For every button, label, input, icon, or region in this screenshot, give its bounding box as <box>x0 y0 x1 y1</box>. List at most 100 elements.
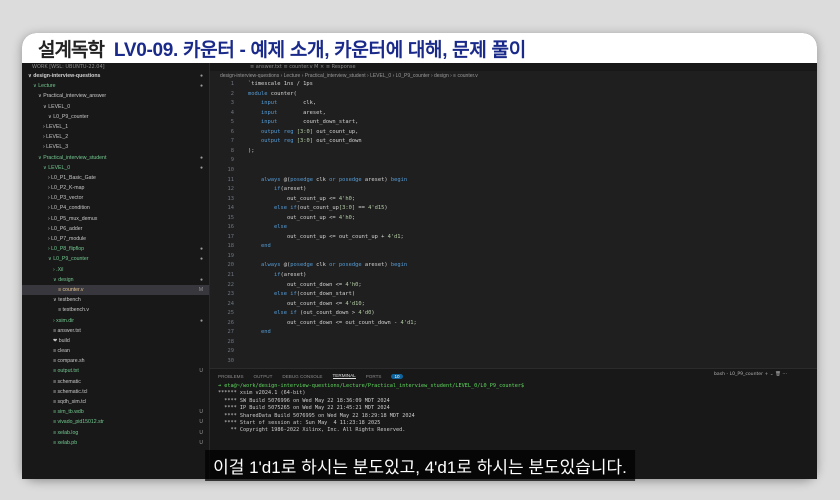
line-number: 18 <box>227 243 235 250</box>
line-number: 16 <box>227 224 235 231</box>
tree-item[interactable]: ∨ Practical_interview_answer <box>22 91 209 101</box>
tree-item[interactable]: › LEVEL_1 <box>22 122 209 132</box>
tree-item-label: › L0_P4_condition <box>48 205 90 212</box>
panel-tab-problems[interactable]: PROBLEMS <box>218 374 244 379</box>
git-status-badge: U <box>199 439 203 446</box>
tree-item[interactable]: › L0_P3_vector <box>22 193 209 203</box>
code-line[interactable]: always @(posedge clk or posedge areset) … <box>248 262 407 268</box>
line-number: 1 <box>230 81 234 87</box>
code-line[interactable]: output reg [3:0] out_count_up, <box>248 129 358 135</box>
code-line[interactable]: out_count_down <= 4'd10; <box>248 301 365 307</box>
tree-item-label: ∨ Lecture <box>33 83 56 90</box>
code-line[interactable]: out_count_down <= out_count_down - 4'd1; <box>248 320 417 326</box>
tree-item[interactable]: ∨ testbench <box>22 295 209 305</box>
git-status-badge: U <box>199 429 203 436</box>
breadcrumb[interactable]: design-interview-questions › Lecture › P… <box>210 71 817 81</box>
tree-item[interactable]: ∨ Practical_interview_student ● <box>22 153 209 163</box>
tree-item[interactable]: ≡ answer.txt <box>22 326 209 336</box>
tree-item[interactable]: ∨ LEVEL_0 ● <box>22 163 209 173</box>
tree-item[interactable]: ≡ output.txt U <box>22 366 209 376</box>
tree-item[interactable]: ≡ testbench.v <box>22 305 209 315</box>
tree-item-label: ≡ output.txt <box>53 368 79 375</box>
workspace-label: WORK [WSL: UBUNTU-22.04] <box>32 64 105 70</box>
tree-item[interactable]: ≡ vivado_pid15012.str U <box>22 417 209 427</box>
tree-item[interactable]: ∨ design-interview-questions ● <box>22 71 209 81</box>
tree-item[interactable]: ∨ L0_P9_counter ● <box>22 254 209 264</box>
panel-tab-output[interactable]: OUTPUT <box>254 374 273 379</box>
panel-tab-ports[interactable]: PORTS <box>366 374 382 379</box>
tree-item[interactable]: ∨ design ● <box>22 275 209 285</box>
tree-item-label: ≡ answer.txt <box>53 327 81 334</box>
tree-item[interactable]: › L0_P4_condition <box>22 203 209 213</box>
code-line[interactable]: if(areset) <box>248 186 306 192</box>
code-line[interactable]: else if(count_down_start) <box>248 291 355 297</box>
tree-item[interactable]: › L0_P5_mux_demux <box>22 214 209 224</box>
terminal-line: **** Start of session at: Sun May 4 11:2… <box>218 419 381 426</box>
tree-item[interactable]: ∨ L0_P9_counter <box>22 112 209 122</box>
tree-item[interactable]: ≡ compare.sh <box>22 356 209 366</box>
tree-item[interactable]: ≡ clean <box>22 346 209 356</box>
code-line[interactable]: if(areset) <box>248 272 306 278</box>
code-line[interactable]: else if(out_count_up[3:0] == 4'd15) <box>248 205 388 211</box>
panel-tab-terminal[interactable]: TERMINAL <box>332 373 356 379</box>
code-line[interactable]: out_count_up <= 4'h0; <box>248 196 355 202</box>
tree-item-label: ∨ Practical_interview_answer <box>38 93 107 100</box>
terminal-line: ** Copyright 1986-2022 Xilinx, Inc. All … <box>218 427 406 434</box>
panel-tab-debug-console[interactable]: DEBUG CONSOLE <box>282 374 322 379</box>
tree-item[interactable]: › L0_P6_adder <box>22 224 209 234</box>
tree-item-label: › L0_P3_vector <box>48 195 84 202</box>
line-number: 13 <box>227 195 235 202</box>
tree-item-label: ≡ testbench.v <box>58 307 89 314</box>
tree-item[interactable]: ≡ sim_tb.wdb U <box>22 407 209 417</box>
tree-item[interactable]: ≡ counter.v M <box>22 284 209 296</box>
code-line[interactable]: input clk, <box>248 100 316 106</box>
tree-item-label: ∨ design <box>53 276 74 283</box>
tree-item[interactable]: › LEVEL_2 <box>22 132 209 142</box>
code-line[interactable]: out_count_up <= 4'h0; <box>248 215 355 221</box>
tree-item[interactable]: ❤ build <box>22 336 209 346</box>
code-line[interactable]: out_count_up <= out_count_up + 4'd1; <box>248 234 404 240</box>
code-line[interactable]: else if (out_count_down > 4'd0) <box>248 310 375 316</box>
code-line[interactable]: input areset, <box>248 110 326 116</box>
line-number: 28 <box>227 338 235 345</box>
line-number: 5 <box>230 119 234 126</box>
editor-tabs[interactable]: ≡ answer.txt ≡ counter.v M × ≡ Response <box>210 63 817 71</box>
tree-item[interactable]: ≡ xelab.pb U <box>22 438 209 448</box>
code-line[interactable]: output reg [3:0] out_count_down <box>248 138 362 144</box>
git-status-badge: ● <box>199 317 203 324</box>
tree-item-label: ∨ Practical_interview_student <box>38 154 107 161</box>
code-line[interactable]: module counter( <box>248 91 297 97</box>
tree-item-label: ≡ schematic <box>53 378 81 385</box>
tree-item[interactable]: › LEVEL_3 <box>22 142 209 152</box>
tree-item[interactable]: › L0_P2_K-map <box>22 183 209 193</box>
code-line[interactable]: `timescale 1ns / 1ps <box>248 81 313 87</box>
terminal-line: **** SW Build 5076996 on Wed May 22 18:3… <box>218 397 390 404</box>
code-line[interactable]: out_count_down <= 4'h0; <box>248 282 362 288</box>
terminal-output[interactable]: ➜ eta@~/work/design-interview-questions/… <box>210 383 817 435</box>
terminal-controls[interactable]: bash - L0_P9_counter + ⌄ 🗑 ⋯ <box>714 372 787 377</box>
tree-item[interactable]: › L0_P8_flipflop ● <box>22 244 209 254</box>
tree-item[interactable]: › L0_P7_module <box>22 234 209 244</box>
tree-item-label: ∨ L0_P9_counter <box>48 113 89 120</box>
tree-item[interactable]: ≡ xelab.log U <box>22 428 209 438</box>
tree-item[interactable]: › L0_P1_Basic_Gate <box>22 173 209 183</box>
code-editor[interactable]: ≡ answer.txt ≡ counter.v M × ≡ Response … <box>210 63 817 374</box>
tree-item[interactable]: › .Xil <box>22 265 209 275</box>
code-line[interactable]: end <box>248 329 271 335</box>
tree-item[interactable]: ∨ Lecture ● <box>22 81 209 91</box>
code-line[interactable]: always @(posedge clk or posedge areset) … <box>248 177 407 183</box>
tree-item[interactable]: ∨ LEVEL_0 <box>22 102 209 112</box>
file-tree: ∨ design-interview-questions ● ∨ Lecture ● ∨… <box>22 71 209 448</box>
code-line[interactable]: end <box>248 243 271 249</box>
code-line[interactable]: else <box>248 224 287 230</box>
tree-item-label: ≡ schematic.tcl <box>53 388 88 395</box>
video-title: LV0-09. 카운터 - 예제 소개, 카운터에 대해, 문제 풀이 <box>113 39 526 61</box>
code-line[interactable]: input count_down_start, <box>248 119 358 125</box>
tree-item-label: ∨ testbench <box>53 297 81 304</box>
code-line[interactable]: ); <box>248 148 255 154</box>
tree-item[interactable]: › xsim.dir ● <box>22 316 209 326</box>
tree-item[interactable]: ≡ schematic <box>22 377 209 387</box>
tree-item[interactable]: ≡ sqdh_sim.tcl <box>22 397 209 407</box>
tree-item[interactable]: ≡ schematic.tcl <box>22 387 209 397</box>
line-number: 7 <box>230 138 234 145</box>
